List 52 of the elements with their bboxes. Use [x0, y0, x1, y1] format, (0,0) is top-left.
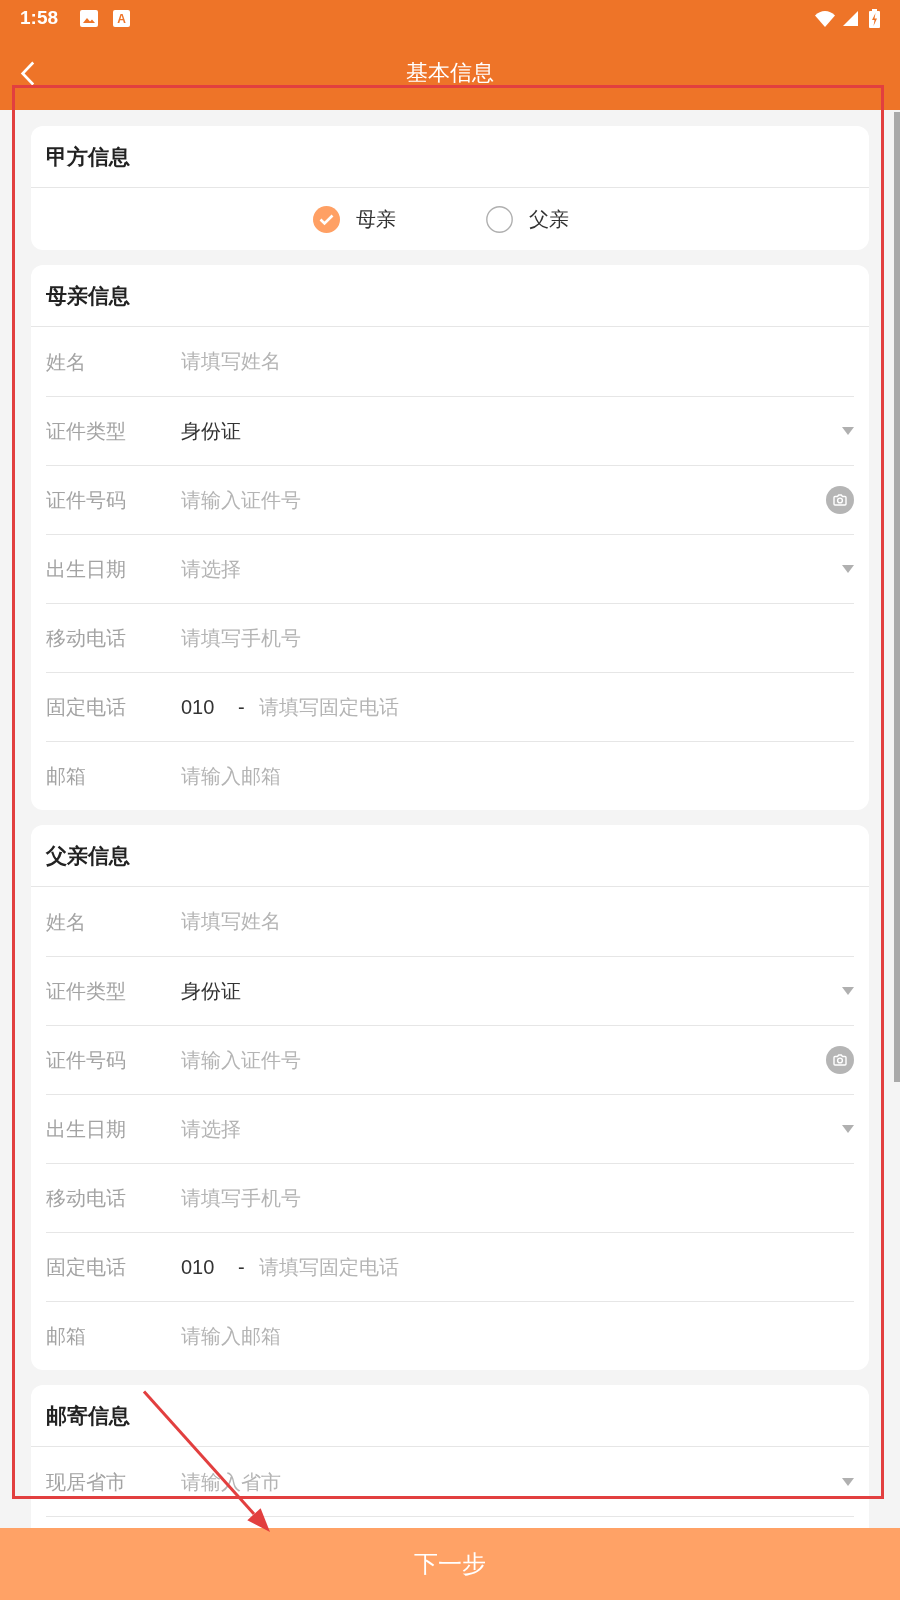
- camera-icon[interactable]: [826, 486, 854, 514]
- field-label: 证件号码: [46, 1048, 127, 1073]
- page-title: 基本信息: [406, 59, 494, 87]
- area-code-field[interactable]: 010: [181, 692, 238, 722]
- field-label: 证件类型: [46, 979, 127, 1004]
- input-field[interactable]: 请填写姓名: [181, 901, 854, 942]
- back-chevron-icon: [19, 60, 35, 87]
- dropdown-field[interactable]: 身份证: [181, 411, 854, 451]
- dropdown-triangle-icon: [842, 565, 854, 573]
- field-label: 固定电话: [46, 1255, 127, 1280]
- field-label: 移动电话: [46, 626, 127, 651]
- field-label: 证件类型: [46, 419, 127, 444]
- section-title: 母亲信息: [31, 265, 869, 327]
- dropdown-triangle-icon: [842, 987, 854, 995]
- section-title: 甲方信息: [31, 126, 869, 188]
- input-field[interactable]: 请填写固定电话: [259, 687, 854, 727]
- separator-dash: -: [238, 1255, 246, 1280]
- cellular-signal-icon: [843, 11, 858, 26]
- field-label: 现居省市: [46, 1469, 127, 1495]
- app-notification-badge: A: [113, 10, 131, 27]
- input-field[interactable]: 请输入证件号: [181, 1040, 826, 1080]
- separator-dash: -: [238, 695, 246, 720]
- battery-charging-icon: [869, 9, 880, 28]
- input-field[interactable]: 请填写固定电话: [259, 1247, 854, 1287]
- dropdown-field[interactable]: 身份证: [181, 971, 854, 1011]
- input-field[interactable]: 请填写手机号: [181, 1178, 854, 1218]
- field-label: 证件号码: [46, 488, 127, 513]
- input-field[interactable]: 请填写手机号: [181, 618, 854, 658]
- field-label: 移动电话: [46, 1186, 127, 1211]
- dropdown-triangle-icon: [842, 1477, 854, 1486]
- section-title: 父亲信息: [31, 825, 869, 887]
- area-code-field[interactable]: 010: [181, 1252, 238, 1282]
- field-label: 固定电话: [46, 695, 127, 720]
- field-label: 姓名: [46, 349, 87, 375]
- field-label: 邮箱: [46, 764, 87, 789]
- radio-option[interactable]: 母亲: [313, 204, 396, 234]
- section-title: 邮寄信息: [31, 1385, 869, 1447]
- dropdown-triangle-icon: [842, 1125, 854, 1133]
- input-field[interactable]: 请输入邮箱: [181, 756, 854, 796]
- input-field[interactable]: 请输入证件号: [181, 480, 826, 520]
- image-notification-icon: [80, 10, 99, 27]
- field-label: 邮箱: [46, 1324, 87, 1349]
- status-time: 1:58: [20, 6, 59, 31]
- field-label: 出生日期: [46, 557, 127, 582]
- wifi-icon: [815, 10, 835, 27]
- input-field[interactable]: 请输入邮箱: [181, 1316, 854, 1356]
- camera-icon[interactable]: [826, 1046, 854, 1074]
- radio-option[interactable]: 父亲: [486, 204, 569, 234]
- field-label: 姓名: [46, 909, 87, 935]
- dropdown-triangle-icon: [842, 427, 854, 435]
- field-label: 出生日期: [46, 1117, 127, 1142]
- input-field[interactable]: 请填写姓名: [181, 341, 854, 382]
